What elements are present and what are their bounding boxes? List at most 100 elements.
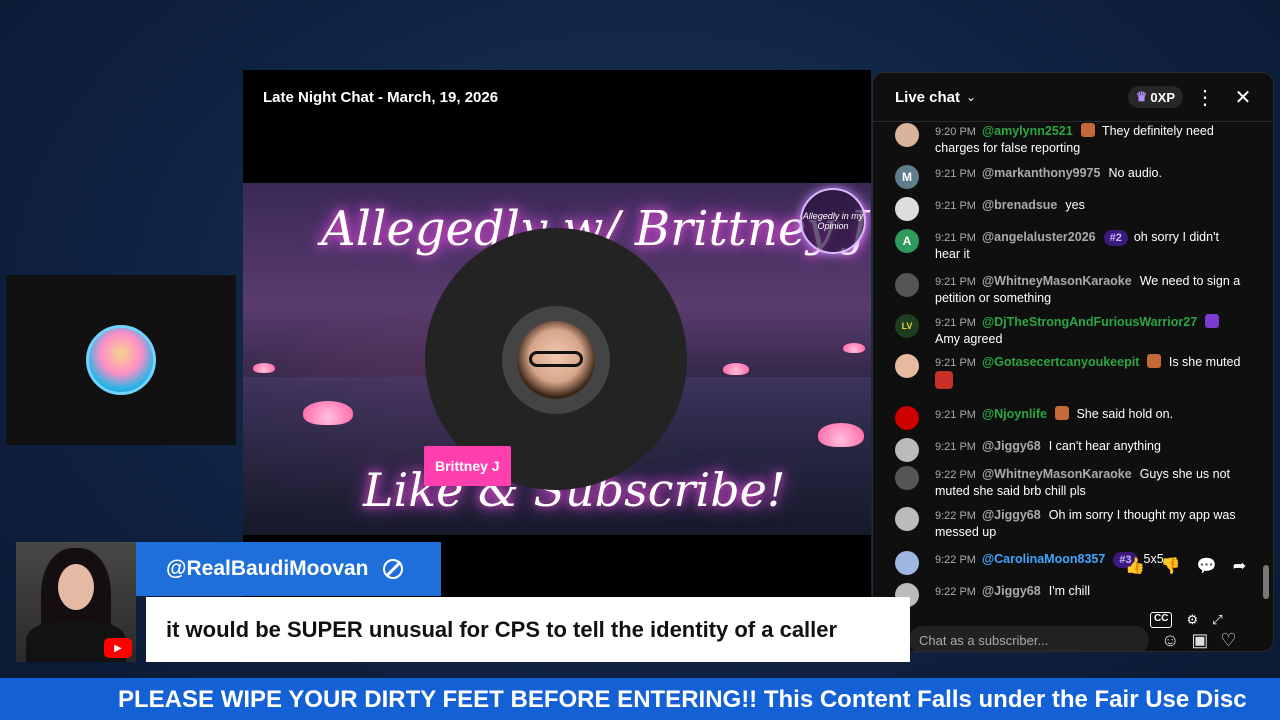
stream-stage: Late Night Chat - March, 19, 2026 Allege…: [243, 70, 871, 600]
message-author[interactable]: @CarolinaMoon8357: [982, 552, 1105, 566]
chat-message: 9:21 PM @Njoynlife She said hold on.: [895, 406, 1245, 430]
close-icon[interactable]: ✕: [1227, 85, 1259, 110]
user-avatar[interactable]: [895, 273, 919, 297]
chevron-down-icon[interactable]: ⌄: [966, 90, 976, 104]
commenter-handle: @RealBaudiMoovan: [166, 557, 369, 580]
message-action-bar: 👍 👎 💬 ➦: [1125, 556, 1246, 576]
message-text: She said hold on.: [1076, 407, 1174, 421]
message-time: 9:21 PM: [935, 317, 976, 329]
message-author[interactable]: @markanthony9975: [982, 166, 1101, 180]
message-text: They definitely need charges for false r…: [935, 124, 1214, 155]
lotus-decoration: [303, 401, 353, 425]
message-author[interactable]: @WhitneyMasonKaraoke: [982, 467, 1132, 481]
xp-value: 0XP: [1150, 89, 1175, 105]
user-avatar[interactable]: LV: [895, 314, 919, 338]
chat-scrollbar[interactable]: [1263, 565, 1269, 599]
message-text: Amy agreed: [935, 332, 1003, 346]
settings-gear-icon[interactable]: ⚙: [1186, 612, 1198, 628]
chat-message: LV 9:21 PM @DjTheStrongAndFuriousWarrior2…: [895, 314, 1245, 347]
participant-tile: [6, 275, 236, 445]
message-author[interactable]: @DjTheStrongAndFuriousWarrior27: [982, 315, 1197, 329]
message-time: 9:21 PM: [935, 409, 976, 421]
message-author[interactable]: @amylynn2521: [982, 124, 1073, 138]
message-time: 9:22 PM: [935, 510, 976, 522]
chat-header: Live chat ⌄ ♛ 0XP ⋮ ✕: [873, 73, 1273, 122]
user-avatar[interactable]: [895, 354, 919, 378]
speaker-face: [58, 564, 94, 610]
message-author[interactable]: @Jiggy68: [982, 439, 1041, 453]
message-time: 9:22 PM: [935, 586, 976, 598]
stream-title: Late Night Chat - March, 19, 2026: [263, 89, 499, 106]
message-time: 9:21 PM: [935, 357, 976, 369]
crown-icon: ♛: [1135, 89, 1148, 104]
user-avatar[interactable]: A: [895, 229, 919, 253]
user-avatar[interactable]: [895, 466, 919, 490]
message-author[interactable]: @Gotasecertcanyoukeepit: [982, 355, 1139, 369]
featured-comment: it would be SUPER unusual for CPS to tel…: [146, 597, 910, 662]
message-text: I'm chill: [1048, 584, 1090, 598]
chat-input[interactable]: [909, 626, 1149, 651]
speaker-photo: ▶: [16, 542, 136, 662]
guest-name-tag: Brittney J: [424, 446, 511, 486]
user-avatar[interactable]: [895, 507, 919, 531]
user-avatar[interactable]: [895, 123, 919, 147]
member-badge-icon: [1205, 314, 1220, 328]
chat-message: 9:21 PM @WhitneyMasonKaraoke We need to si…: [895, 273, 1245, 306]
message-author[interactable]: @Jiggy68: [982, 584, 1041, 598]
member-badge-icon: [1147, 354, 1162, 368]
member-badge-icon: [1054, 406, 1069, 420]
message-text: yes: [1065, 198, 1085, 212]
member-badge-icon: [1080, 123, 1095, 137]
message-author[interactable]: @angelaluster2026: [982, 230, 1096, 244]
lotus-decoration: [723, 363, 749, 375]
phone-emoji-icon: [935, 371, 953, 389]
lotus-decoration: [818, 423, 864, 447]
live-chat-panel: Live chat ⌄ ♛ 0XP ⋮ ✕ 9:20 PM @amylynn2521…: [872, 72, 1274, 652]
message-time: 9:21 PM: [935, 441, 976, 453]
lotus-decoration: [253, 363, 275, 373]
exit-fullscreen-icon[interactable]: ⤢: [1212, 612, 1222, 628]
chat-message: A 9:21 PM @angelaluster2026 #2 oh sorry I d…: [895, 229, 1245, 262]
message-author[interactable]: @brenadsue: [982, 198, 1057, 212]
user-avatar[interactable]: M: [895, 165, 919, 189]
thumbs-down-icon[interactable]: 👎: [1161, 556, 1181, 576]
xp-badge[interactable]: ♛ 0XP: [1127, 86, 1183, 108]
comment-icon[interactable]: 💬: [1197, 556, 1217, 576]
more-options-icon[interactable]: ⋮: [1189, 85, 1221, 110]
message-time: 9:21 PM: [935, 232, 976, 244]
message-author[interactable]: @Njoynlife: [982, 407, 1047, 421]
rank-badge: #2: [1103, 230, 1128, 246]
chat-message: M 9:21 PM @markanthony9975 No audio.: [895, 165, 1245, 189]
heart-icon[interactable]: ♡: [1220, 630, 1236, 651]
user-avatar[interactable]: [895, 197, 919, 221]
chat-message: 9:21 PM @brenadsue yes: [895, 197, 1245, 221]
user-avatar[interactable]: [895, 406, 919, 430]
message-time: 9:22 PM: [935, 469, 976, 481]
chat-mode-dropdown[interactable]: Live chat: [895, 89, 960, 106]
thumbs-up-icon[interactable]: 👍: [1125, 556, 1145, 576]
channel-logo-text: Allegedly in my Opinion: [802, 211, 864, 231]
captions-icon[interactable]: CC: [1150, 612, 1173, 628]
share-icon[interactable]: ➦: [1233, 556, 1246, 576]
channel-logo: Allegedly in my Opinion: [800, 188, 866, 254]
message-time: 9:21 PM: [935, 200, 976, 212]
message-author[interactable]: @Jiggy68: [982, 508, 1041, 522]
message-time: 9:21 PM: [935, 168, 976, 180]
emoji-icon[interactable]: ☺: [1161, 630, 1179, 651]
message-time: 9:21 PM: [935, 276, 976, 288]
message-author[interactable]: @WhitneyMasonKaraoke: [982, 274, 1132, 288]
chat-message: 9:22 PM @WhitneyMasonKaraoke Guys she us n…: [895, 466, 1245, 499]
chat-message: 9:21 PM @Jiggy68 I can't hear anything: [895, 438, 1245, 462]
participant-avatar: [86, 325, 156, 395]
message-text: No audio.: [1108, 166, 1162, 180]
chat-message: 9:20 PM @amylynn2521 They definitely need…: [895, 123, 1245, 156]
user-avatar[interactable]: [895, 551, 919, 575]
commenter-handle-bar: @RealBaudiMoovan: [136, 542, 441, 596]
message-text: Oh im sorry I thought my app was messed …: [935, 508, 1236, 539]
ticker-text: PLEASE WIPE YOUR DIRTY FEET BEFORE ENTER…: [118, 686, 1247, 713]
chat-message: 9:22 PM @Jiggy68 I'm chill: [895, 583, 1245, 607]
user-avatar[interactable]: [895, 438, 919, 462]
ticker-banner: PLEASE WIPE YOUR DIRTY FEET BEFORE ENTER…: [0, 678, 1280, 720]
message-time: 9:22 PM: [935, 554, 976, 566]
super-chat-icon[interactable]: ▣: [1191, 630, 1208, 651]
